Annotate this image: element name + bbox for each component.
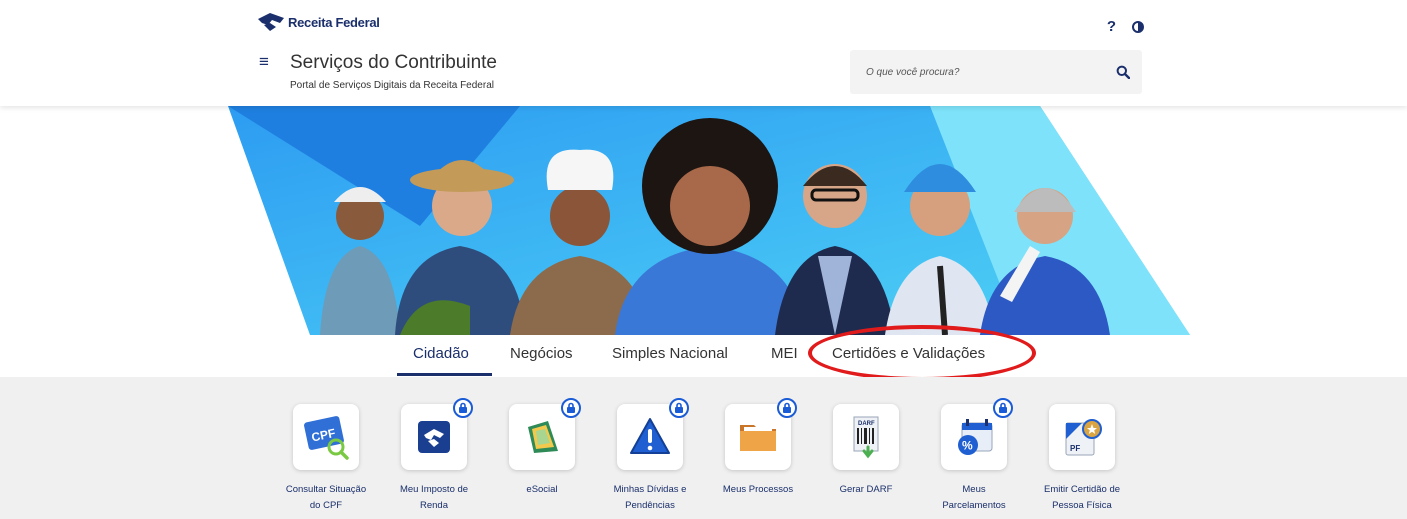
certificate-icon: PF [1065, 419, 1102, 456]
service-card[interactable] [725, 398, 797, 470]
search-box [850, 50, 1142, 94]
service-card[interactable]: PF [1049, 404, 1115, 470]
service-meu-imposto-de-renda[interactable]: Meu Imposto de Renda [380, 398, 488, 514]
services-grid: CPF Consultar Situação do CPF Meu Imposto… [0, 377, 1407, 519]
service-card[interactable]: DARF [833, 404, 899, 470]
help-icon[interactable]: ? [1107, 18, 1116, 35]
service-meus-parcelamentos[interactable]: % Meus Parcelamentos [920, 398, 1028, 514]
search-icon[interactable] [1116, 65, 1130, 79]
tab-mei[interactable]: MEI [771, 345, 798, 362]
service-card[interactable] [401, 398, 473, 470]
tab-negocios[interactable]: Negócios [510, 345, 573, 362]
service-meus-processos[interactable]: Meus Processos [704, 398, 812, 498]
service-card[interactable]: CPF [293, 404, 359, 470]
darf-barcode-icon: DARF [853, 416, 879, 459]
lock-icon [669, 398, 689, 418]
folder-icon [740, 425, 776, 451]
darf-icon-text: DARF [858, 421, 875, 427]
hero-banner [0, 106, 1407, 335]
tab-cidadao[interactable]: Cidadão [413, 345, 469, 362]
category-tabs: Cidadão Negócios Simples Nacional MEI Ce… [255, 335, 1155, 378]
service-label: Meus Parcelamentos [942, 484, 1006, 511]
receita-federal-logo[interactable]: Receita Federal [256, 9, 380, 35]
active-tab-indicator [397, 373, 492, 376]
calendar-percent-icon: % [958, 419, 993, 455]
service-gerar-darf[interactable]: DARF Gerar DARF [812, 404, 920, 498]
top-actions: ? [1107, 18, 1144, 35]
app-subtitle: Portal de Serviços Digitais da Receita F… [290, 80, 494, 91]
logo-text: Receita Federal [288, 14, 380, 30]
esocial-icon [528, 421, 558, 453]
cpf-card-icon: CPF [304, 416, 349, 460]
percent-icon-text: % [962, 439, 973, 453]
service-label: eSocial [526, 484, 558, 495]
service-label: Minhas Dívidas e Pendências [613, 484, 687, 511]
service-emitir-certidao-pessoa-fisica[interactable]: PF Emitir Certidão de Pessoa Física [1028, 404, 1136, 514]
service-consultar-situacao-cpf[interactable]: CPF Consultar Situação do CPF [272, 404, 380, 514]
tab-simples-nacional[interactable]: Simples Nacional [612, 345, 728, 362]
service-card[interactable] [617, 398, 689, 470]
app-title: Serviços do Contribuinte [290, 52, 497, 73]
service-card[interactable]: % [941, 398, 1013, 470]
service-esocial[interactable]: eSocial [488, 398, 596, 498]
service-label: Meu Imposto de Renda [399, 484, 469, 511]
lock-icon [993, 398, 1013, 418]
site-header: Receita Federal ? ≡ Serviços do Contribu… [0, 0, 1407, 106]
receita-logo-icon [418, 421, 450, 453]
warning-icon [630, 418, 670, 454]
service-minhas-dividas-e-pendencias[interactable]: Minhas Dívidas e Pendências [596, 398, 704, 514]
tab-certidoes-e-validacoes[interactable]: Certidões e Validações [832, 345, 985, 362]
service-label: Gerar DARF [839, 484, 893, 495]
lock-icon [561, 398, 581, 418]
contrast-icon[interactable] [1132, 20, 1144, 33]
service-label: Consultar Situação do CPF [285, 484, 367, 511]
service-card[interactable] [509, 398, 581, 470]
lock-icon [777, 398, 797, 418]
search-input[interactable] [850, 50, 1100, 94]
service-label: Emitir Certidão de Pessoa Física [1043, 484, 1121, 511]
service-label: Meus Processos [722, 484, 794, 495]
lock-icon [453, 398, 473, 418]
receita-federal-emblem-icon [258, 13, 284, 31]
pf-icon-text: PF [1070, 444, 1080, 453]
hero-banner-image [228, 106, 1190, 335]
menu-icon[interactable]: ≡ [259, 53, 269, 70]
